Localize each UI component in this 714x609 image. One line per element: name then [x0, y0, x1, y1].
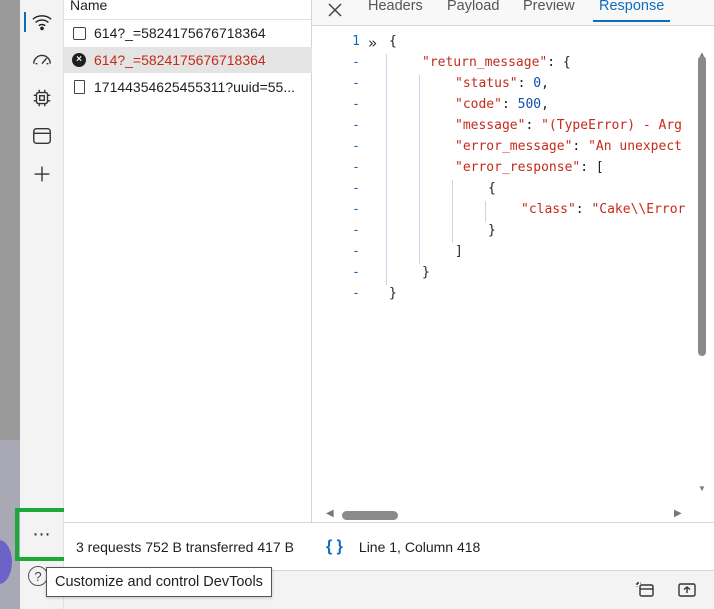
request-list: Name 614?_=5824175676718364 × 614?_=5824…: [64, 0, 312, 522]
performance-icon[interactable]: [28, 46, 56, 74]
request-row-selected[interactable]: × 614?_=5824175676718364: [64, 47, 312, 73]
tooltip: Customize and control DevTools: [46, 567, 272, 597]
response-status-bar: { } Line 1, Column 418: [312, 522, 714, 570]
scrollbar-thumb[interactable]: [342, 511, 398, 520]
json-line: "error_response": [: [455, 160, 604, 175]
json-brace: {: [389, 34, 397, 49]
cursor-position: Line 1, Column 418: [358, 538, 481, 555]
line-marker: -: [352, 223, 360, 238]
window-icon[interactable]: [28, 122, 56, 150]
json-string: "(TypeError) - Arg: [541, 118, 682, 133]
json-line: "return_message": {: [422, 55, 571, 70]
json-brace: }: [422, 265, 430, 280]
json-key: "error_message": [455, 139, 573, 154]
indent-guide: [419, 75, 420, 264]
json-punct: :: [575, 202, 592, 217]
line-marker: -: [352, 286, 360, 301]
help-icon[interactable]: ?: [28, 566, 48, 586]
json-punct: ,: [541, 76, 549, 91]
indent-guide: [386, 54, 387, 285]
json-number: 0: [533, 76, 542, 91]
horizontal-scrollbar[interactable]: ◀ ▶: [312, 505, 697, 522]
json-line: "class": "Cake\\Error: [521, 202, 685, 217]
line-marker: -: [352, 118, 360, 133]
json-punct: : {: [547, 55, 571, 70]
request-row[interactable]: 614?_=5824175676718364: [64, 20, 312, 46]
json-punct: :: [501, 97, 518, 112]
json-brace: }: [389, 286, 397, 301]
summary-text: 3 requests 752 B transferred 417 B: [76, 538, 294, 555]
line-marker: -: [352, 97, 360, 112]
json-key: "code": [455, 97, 502, 112]
undock-icon[interactable]: [676, 579, 698, 601]
request-row[interactable]: 17144354625455311?uuid=55...: [64, 74, 312, 100]
document-icon: [72, 80, 86, 94]
checkbox-icon: [72, 26, 86, 40]
line-marker: -: [352, 202, 360, 217]
name-column-header[interactable]: Name: [64, 0, 312, 20]
request-name: 614?_=5824175676718364: [94, 52, 266, 68]
json-key: "error_response": [455, 160, 581, 175]
details-panel: Headers Payload Preview Response 1 - - -…: [312, 0, 714, 570]
line-marker: -: [352, 76, 360, 91]
json-key: "status": [455, 76, 518, 91]
request-name: 614?_=5824175676718364: [94, 25, 266, 41]
json-punct: :: [525, 118, 542, 133]
json-bracket: ]: [455, 244, 463, 259]
indent-guide: [485, 201, 486, 222]
json-punct: :: [517, 76, 534, 91]
json-key: "return_message": [422, 55, 548, 70]
cpu-icon[interactable]: [28, 84, 56, 112]
line-marker: -: [352, 244, 360, 259]
json-line: "code": 500,: [455, 97, 549, 112]
json-brace: {: [488, 181, 496, 196]
json-punct: :: [572, 139, 589, 154]
json-brace: }: [488, 223, 496, 238]
tab-preview[interactable]: Preview: [523, 0, 575, 22]
indent-guide: [452, 180, 453, 243]
json-punct: : [: [580, 160, 604, 175]
add-icon[interactable]: [28, 160, 56, 188]
json-string: "Cake\\Error: [591, 202, 686, 217]
tab-response[interactable]: Response: [593, 0, 671, 22]
scroll-left-icon[interactable]: ◀: [326, 508, 334, 519]
highlight-box: [15, 508, 68, 561]
network-icon[interactable]: [24, 8, 56, 36]
tab-headers[interactable]: Headers: [368, 0, 423, 22]
json-line: "message": "(TypeError) - Arg: [455, 118, 682, 133]
line-marker: -: [352, 55, 360, 70]
close-icon[interactable]: [324, 0, 346, 20]
json-line: "error_message": "An unexpect: [455, 139, 682, 154]
network-summary: 3 requests 752 B transferred 417 B: [64, 522, 312, 570]
request-name: 17144354625455311?uuid=55...: [94, 79, 295, 95]
error-icon: ×: [72, 53, 86, 67]
details-tabs: Headers Payload Preview Response: [312, 0, 714, 26]
pretty-print-button[interactable]: { }: [326, 538, 343, 556]
scrollbar-thumb[interactable]: [698, 56, 706, 356]
fold-icon[interactable]: »: [368, 34, 377, 52]
line-marker: -: [352, 181, 360, 196]
json-string: "An unexpect: [588, 139, 682, 154]
response-viewer[interactable]: 1 - - - - - - - - - - - - » { "return_me…: [312, 30, 694, 498]
json-number: 500: [517, 97, 542, 112]
json-punct: ,: [541, 97, 549, 112]
json-key: "message": [455, 118, 526, 133]
scroll-right-icon[interactable]: ▶: [674, 508, 682, 519]
line-marker: -: [352, 265, 360, 280]
line-marker: -: [352, 139, 360, 154]
line-number: 1: [352, 34, 360, 49]
dock-icon[interactable]: [634, 579, 656, 601]
json-line: "status": 0,: [455, 76, 549, 91]
line-marker: -: [352, 160, 360, 175]
vertical-scrollbar[interactable]: ▲ ▼: [697, 26, 714, 502]
tab-payload[interactable]: Payload: [447, 0, 499, 22]
json-key: "class": [521, 202, 576, 217]
scroll-down-icon[interactable]: ▼: [697, 484, 707, 493]
